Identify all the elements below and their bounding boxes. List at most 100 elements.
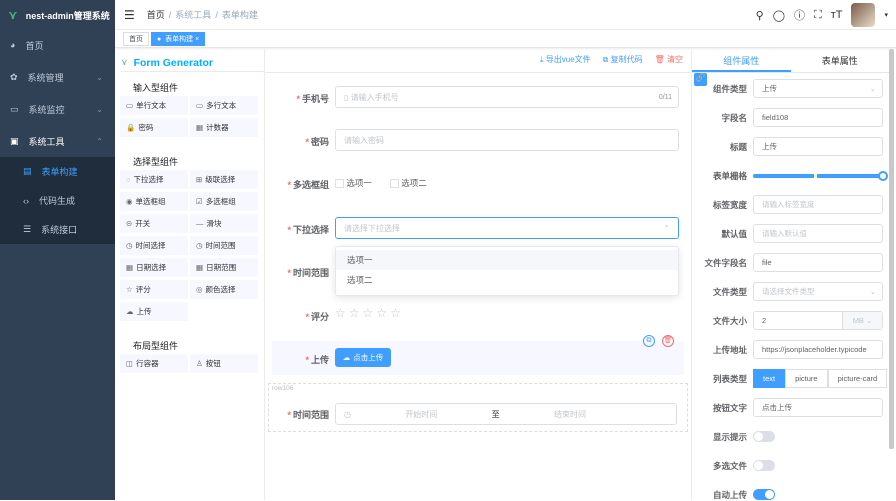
select-value: 上传	[762, 84, 777, 93]
palette-item-label: 密码	[138, 123, 154, 132]
checkbox-option[interactable]: 选项二	[389, 177, 427, 189]
palette-item[interactable]: — 滑块	[190, 214, 258, 233]
tab-form-props[interactable]: 表单属性	[791, 49, 890, 72]
dropdown-option[interactable]: 选项一	[336, 250, 678, 270]
sidebar-item-home[interactable]: ◕ 首页	[0, 29, 115, 61]
prop-input-labelWidth[interactable]: 请输入标签宽度	[753, 195, 883, 214]
canvas-toolbar: ⤓ 导出vue文件 ⧉ 复制代码 🗑 清空	[540, 54, 683, 65]
palette-item-label: 多行文本	[206, 101, 237, 110]
tag-form-build[interactable]: ● 表单构建 ×	[151, 32, 206, 46]
star-icon[interactable]: ☆	[390, 306, 404, 320]
copy-code-button[interactable]: ⧉ 复制代码	[603, 54, 643, 65]
sidebar-item-system[interactable]: ✿ 系统管理 ⌄	[0, 61, 115, 93]
unit-select[interactable]: MB ⌄	[842, 312, 882, 329]
palette-item[interactable]: ☑ 多选框组	[190, 192, 258, 211]
category-title: 输入型组件	[133, 83, 179, 93]
prop-input-default[interactable]: 请输入默认值	[753, 224, 883, 243]
star-icon[interactable]: ☆	[349, 306, 363, 320]
star-icon[interactable]: ☆	[376, 306, 390, 320]
delete-item-icon[interactable]: 🗑	[662, 335, 674, 347]
checkbox-option[interactable]: 选项一	[335, 177, 372, 189]
list-type-option[interactable]: text	[753, 369, 786, 388]
upload-button[interactable]: ☁ 点击上传	[335, 348, 391, 367]
palette-item[interactable]: ◫ 行容器	[120, 354, 188, 373]
clear-button[interactable]: 🗑 清空	[655, 54, 683, 65]
palette-item[interactable]: ◎ 颜色选择	[190, 280, 258, 299]
chevron-up-icon: ⌃	[96, 136, 103, 146]
menu-label: 系统监控	[28, 104, 65, 115]
palette-item[interactable]: ▦ 计数器	[190, 118, 258, 137]
fullscreen-icon[interactable]: ⛶	[814, 9, 822, 22]
palette-item[interactable]: ◉ 单选框组	[120, 192, 188, 211]
palette-item[interactable]: ◷ 时间范围	[190, 236, 258, 255]
span-slider[interactable]	[753, 171, 888, 181]
select-input[interactable]: 请选择下拉选择 ⌃	[335, 217, 679, 239]
github-icon[interactable]: ◯	[773, 9, 785, 22]
help-icon[interactable]: ⓘ	[794, 7, 805, 23]
prop-input-title[interactable]: 上传	[753, 137, 883, 156]
mobile-icon: ▯	[344, 92, 351, 102]
rate-label: * 评分	[305, 312, 329, 322]
toggle-showTip[interactable]	[753, 431, 775, 442]
generator-title: Form Generator	[133, 56, 213, 69]
star-icon[interactable]: ☆	[335, 306, 349, 320]
breadcrumb-home[interactable]: 首页	[147, 8, 165, 21]
sidebar-item-api[interactable]: ☰ 系统接口	[0, 215, 115, 244]
prop-input-action[interactable]: https://jsonplaceholder.typicode	[753, 340, 883, 359]
hamburger-icon[interactable]: ☰	[124, 8, 135, 22]
sidebar-item-monitor[interactable]: ▭ 系统监控 ⌄	[0, 93, 115, 125]
phone-input[interactable]: ▯ 请输入手机号 0/11	[335, 86, 679, 108]
close-icon[interactable]: ×	[195, 36, 199, 43]
list-type-option[interactable]: picture	[785, 369, 828, 388]
palette-item[interactable]: ♙ 按钮	[190, 354, 258, 373]
prop-label-action: 上传地址	[712, 345, 747, 355]
palette-item[interactable]: ▦ 日期选择	[120, 258, 188, 277]
clear-label: 清空	[667, 55, 683, 64]
component-icon: ☆	[126, 285, 133, 294]
component-icon: ▦	[126, 263, 134, 272]
palette-item[interactable]: ☁ 上传	[120, 302, 188, 321]
tag-home[interactable]: 首页	[123, 32, 149, 46]
active-upload-item[interactable]	[272, 341, 684, 375]
palette-item-label: 颜色选择	[205, 285, 236, 294]
export-vue-button[interactable]: ⤓ 导出vue文件	[540, 54, 591, 65]
time-range-picker[interactable]: ◷ 开始时间 至 结束时间	[335, 403, 677, 425]
dropdown-option[interactable]: 选项二	[336, 270, 678, 290]
palette-item[interactable]: ▭ 多行文本	[190, 96, 258, 115]
sidebar-item-codegen[interactable]: ‹› 代码生成	[0, 186, 115, 215]
palette-item[interactable]: ▦ 日期范围	[190, 258, 258, 277]
prop-input-fileField[interactable]: file	[753, 253, 883, 272]
component-icon: ☑	[196, 197, 203, 206]
palette-item[interactable]: ☆ 评分	[120, 280, 188, 299]
star-icon[interactable]: ☆	[363, 306, 377, 320]
scrollbar[interactable]	[889, 49, 894, 449]
prop-input-field[interactable]: field108	[753, 108, 883, 127]
rate-stars[interactable]: ☆☆☆☆☆	[335, 306, 404, 320]
palette-item[interactable]: ◌ 下拉选择	[120, 170, 188, 189]
list-type-option[interactable]: picture-card	[827, 369, 888, 388]
search-icon[interactable]: ⚲	[756, 9, 764, 22]
prop-label-default: 默认值	[721, 229, 747, 239]
tab-component-props[interactable]: 组件属性	[692, 49, 791, 72]
palette-item[interactable]: ◷ 时间选择	[120, 236, 188, 255]
toggle-multiple[interactable]	[753, 460, 775, 471]
palette-item[interactable]: ⊞ 级联选择	[190, 170, 258, 189]
copy-item-icon[interactable]: ⧉	[643, 335, 655, 347]
toggle-autoUpload[interactable]	[753, 489, 775, 500]
prop-input-buttonText[interactable]: 点击上传	[753, 398, 883, 417]
file-size-input[interactable]: 2 MB ⌄	[753, 311, 883, 330]
font-size-icon[interactable]: тT	[831, 9, 843, 21]
password-input[interactable]: 请输入密码	[335, 129, 679, 151]
slider-handle[interactable]	[878, 171, 888, 181]
caret-down-icon[interactable]: ▾	[884, 11, 888, 19]
sidebar-item-tools[interactable]: ▣ 系统工具 ⌃	[0, 125, 115, 157]
sidebar-item-form-build[interactable]: ▤ 表单构建	[0, 157, 115, 186]
palette-item-label: 时间范围	[205, 241, 236, 250]
palette-item[interactable]: 🔒 密码	[120, 118, 188, 137]
component-type-select[interactable]: 上传 ⌄	[753, 79, 883, 98]
component-icon: 🔒	[126, 123, 136, 132]
avatar[interactable]	[851, 3, 876, 27]
file-type-select[interactable]: 请选择文件类型 ⌄	[753, 282, 883, 301]
palette-item[interactable]: ⊝ 开关	[120, 214, 188, 233]
palette-item[interactable]: ▭ 单行文本	[120, 96, 188, 115]
